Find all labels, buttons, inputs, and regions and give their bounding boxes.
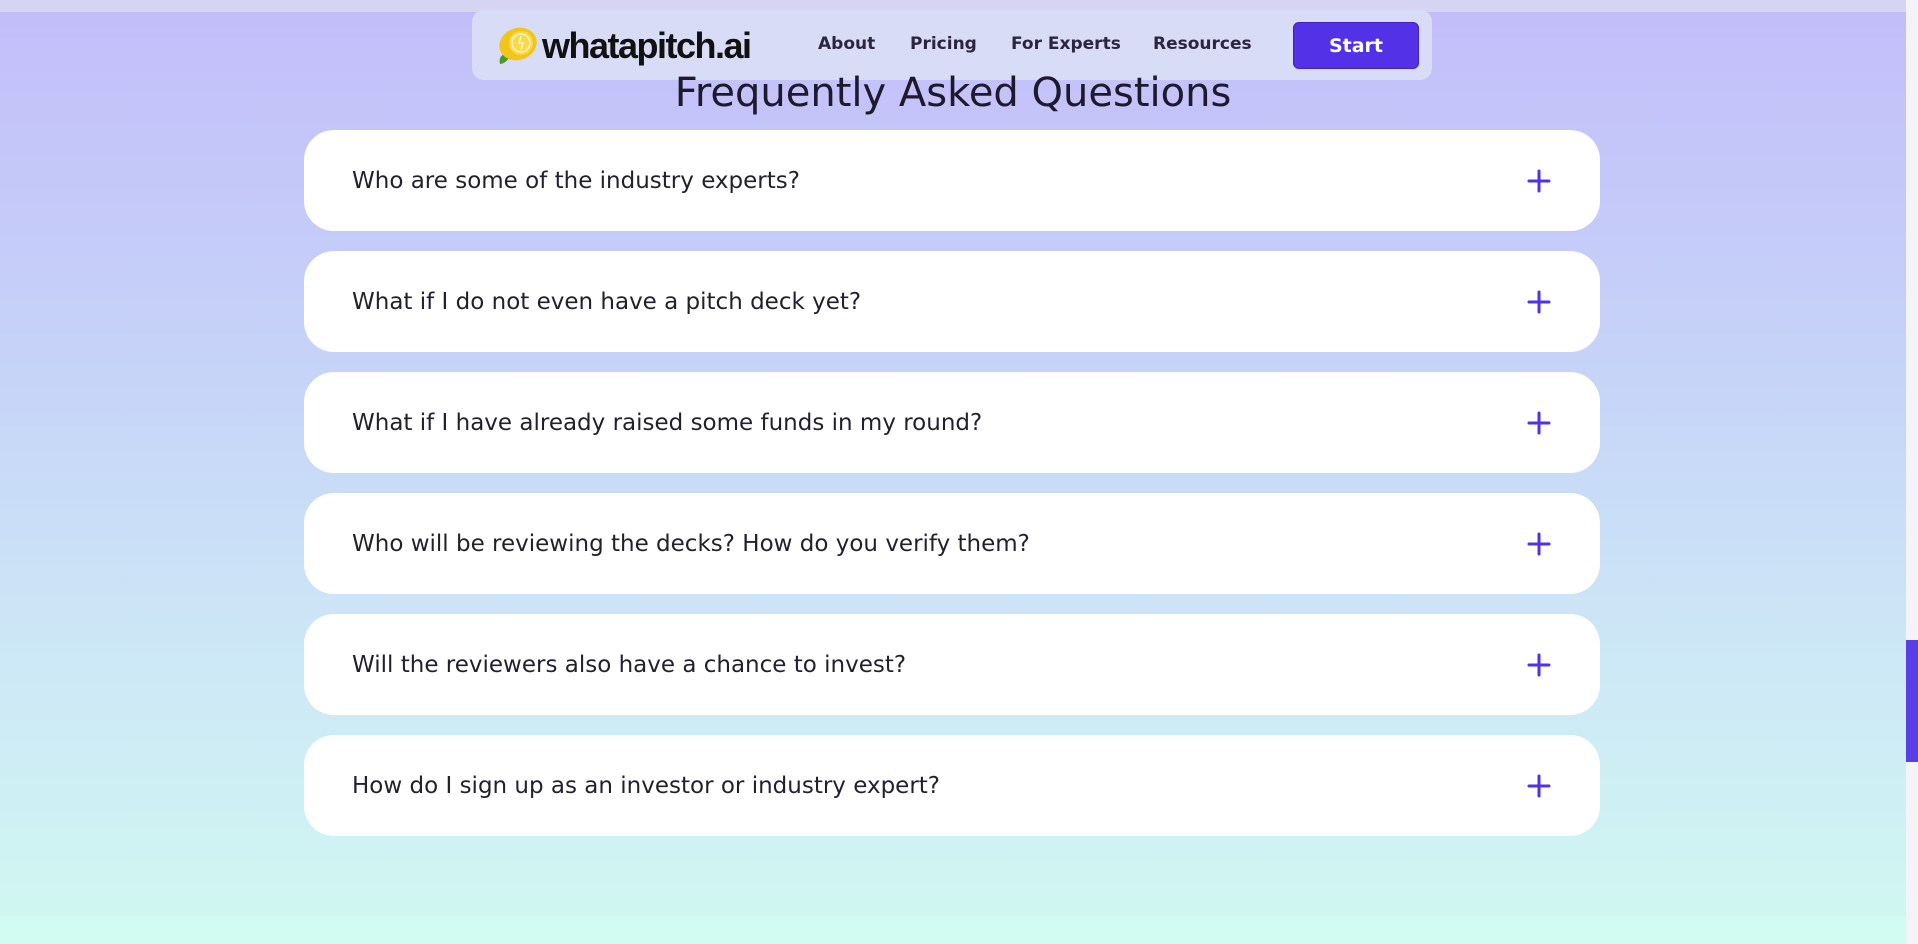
faq-title: Frequently Asked Questions bbox=[674, 70, 1232, 116]
logo-text: whatapitch.ai bbox=[542, 25, 752, 66]
faq-question: What if I do not even have a pitch deck … bbox=[352, 288, 862, 315]
faq-question: Will the reviewers also have a chance to… bbox=[352, 651, 907, 678]
plus-icon[interactable] bbox=[1526, 410, 1552, 436]
faq-question: How do I sign up as an investor or indus… bbox=[352, 772, 941, 799]
faq-question: Who will be reviewing the decks? How do … bbox=[352, 530, 1030, 557]
faq-item[interactable]: How do I sign up as an investor or indus… bbox=[304, 735, 1600, 836]
nav-link-pricing[interactable]: Pricing bbox=[910, 34, 977, 54]
nav-link-resources[interactable]: Resources bbox=[1153, 34, 1252, 54]
plus-icon[interactable] bbox=[1526, 652, 1552, 678]
scrollbar-thumb[interactable] bbox=[1906, 640, 1918, 762]
faq-item[interactable]: Who are some of the industry experts? bbox=[304, 130, 1600, 231]
lemon-logo-icon bbox=[490, 24, 540, 68]
plus-icon[interactable] bbox=[1526, 531, 1552, 557]
nav-link-for-experts[interactable]: For Experts bbox=[1011, 34, 1121, 54]
plus-icon[interactable] bbox=[1526, 168, 1552, 194]
faq-question: Who are some of the industry experts? bbox=[352, 167, 800, 194]
faq-item[interactable]: Will the reviewers also have a chance to… bbox=[304, 614, 1600, 715]
plus-icon[interactable] bbox=[1526, 773, 1552, 799]
faq-list: Who are some of the industry experts? Wh… bbox=[304, 130, 1600, 856]
nav-link-about[interactable]: About bbox=[818, 34, 875, 54]
plus-icon[interactable] bbox=[1526, 289, 1552, 315]
start-button[interactable]: Start bbox=[1293, 22, 1419, 69]
faq-item[interactable]: Who will be reviewing the decks? How do … bbox=[304, 493, 1600, 594]
faq-item[interactable]: What if I have already raised some funds… bbox=[304, 372, 1600, 473]
faq-item[interactable]: What if I do not even have a pitch deck … bbox=[304, 251, 1600, 352]
faq-question: What if I have already raised some funds… bbox=[352, 409, 983, 436]
scrollbar-track[interactable] bbox=[1906, 0, 1918, 944]
logo-link[interactable]: whatapitch.ai bbox=[490, 24, 752, 68]
page-bottom-strip bbox=[0, 916, 1906, 944]
